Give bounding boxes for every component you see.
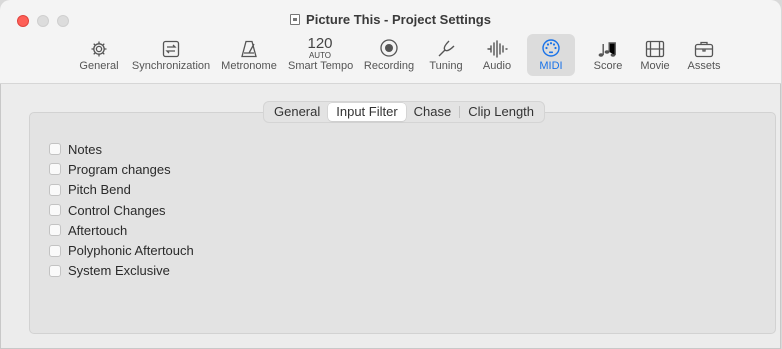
film-icon xyxy=(637,34,673,58)
filter-polyphonic-aftertouch[interactable]: Polyphonic Aftertouch xyxy=(49,240,194,260)
toolbar: Picture This - Project Settings General … xyxy=(0,0,781,84)
toolbar-item-assets[interactable]: Assets xyxy=(684,34,724,76)
filter-notes[interactable]: Notes xyxy=(49,139,194,159)
filter-aftertouch[interactable]: Aftertouch xyxy=(49,220,194,240)
toolbar-item-recording[interactable]: Recording xyxy=(362,34,416,76)
filter-program-changes[interactable]: Program changes xyxy=(49,159,194,179)
toolbar-item-movie[interactable]: Movie xyxy=(637,34,673,76)
checkbox[interactable] xyxy=(49,264,61,277)
toolbar-item-label: Assets xyxy=(687,60,721,72)
checkbox[interactable] xyxy=(49,143,61,156)
sync-icon xyxy=(130,34,212,58)
notes-icon xyxy=(588,34,628,58)
checkbox-label: System Exclusive xyxy=(68,263,170,279)
checkbox-label: Polyphonic Aftertouch xyxy=(68,243,194,259)
toolbar-item-general[interactable]: General xyxy=(78,34,120,76)
tempo-mode: AUTO xyxy=(308,51,332,60)
checkbox[interactable] xyxy=(49,163,61,176)
filter-system-exclusive[interactable]: System Exclusive xyxy=(49,261,194,281)
checkbox[interactable] xyxy=(49,244,61,257)
gear-icon xyxy=(78,34,120,58)
document-icon xyxy=(290,14,301,25)
project-settings-window: Picture This - Project Settings General … xyxy=(0,0,781,349)
toolbar-item-audio[interactable]: Audio xyxy=(478,34,516,76)
midi-port-icon xyxy=(527,34,575,58)
toolbar-item-label: Audio xyxy=(482,60,512,72)
checkbox-label: Program changes xyxy=(68,161,171,177)
settings-tab-bar: General Input Filter Chase Clip Length xyxy=(263,101,546,123)
tab-general[interactable]: General xyxy=(266,103,328,121)
checkbox-label: Aftertouch xyxy=(68,222,128,238)
checkbox[interactable] xyxy=(49,224,61,237)
briefcase-icon xyxy=(684,34,724,58)
toolbar-item-label: MIDI xyxy=(539,60,563,72)
toolbar-item-score[interactable]: Score xyxy=(588,34,628,76)
toolbar-item-synchronization[interactable]: Synchronization xyxy=(130,34,212,76)
toolbar-item-midi[interactable]: MIDI xyxy=(527,34,575,76)
input-filter-list: Notes Program changes Pitch Bend Control… xyxy=(49,139,194,281)
toolbar-item-label: Metronome xyxy=(221,60,277,72)
checkbox[interactable] xyxy=(49,183,61,196)
metronome-icon xyxy=(220,34,278,58)
toolbar-item-label: Score xyxy=(593,60,623,72)
toolbar-item-label: Tuning xyxy=(429,60,463,72)
filter-control-changes[interactable]: Control Changes xyxy=(49,200,194,220)
tempo-value: 120 xyxy=(307,35,333,52)
tab-input-filter[interactable]: Input Filter xyxy=(328,103,406,121)
record-icon xyxy=(362,34,416,58)
toolbar-item-label: General xyxy=(79,60,119,72)
filter-pitch-bend[interactable]: Pitch Bend xyxy=(49,180,194,200)
checkbox-label: Control Changes xyxy=(68,202,166,218)
window-title: Picture This - Project Settings xyxy=(0,12,781,27)
toolbar-item-label: Smart Tempo xyxy=(288,60,354,72)
checkbox[interactable] xyxy=(49,204,61,217)
checkbox-label: Pitch Bend xyxy=(68,182,131,198)
toolbar-item-label: Synchronization xyxy=(131,60,211,72)
tempo-display: 120 AUTO xyxy=(288,35,352,60)
toolbar-item-metronome[interactable]: Metronome xyxy=(220,34,278,76)
toolbar-item-label: Movie xyxy=(640,60,670,72)
toolbar-item-tuning[interactable]: Tuning xyxy=(426,34,466,76)
tab-clip-length[interactable]: Clip Length xyxy=(460,103,542,121)
waveform-icon xyxy=(478,34,516,58)
toolbar-item-smart-tempo[interactable]: 120 AUTO Smart Tempo xyxy=(288,35,354,79)
toolbar-item-label: Recording xyxy=(363,60,415,72)
checkbox-label: Notes xyxy=(68,141,102,157)
tab-chase[interactable]: Chase xyxy=(406,103,460,121)
tuning-fork-icon xyxy=(426,34,466,58)
